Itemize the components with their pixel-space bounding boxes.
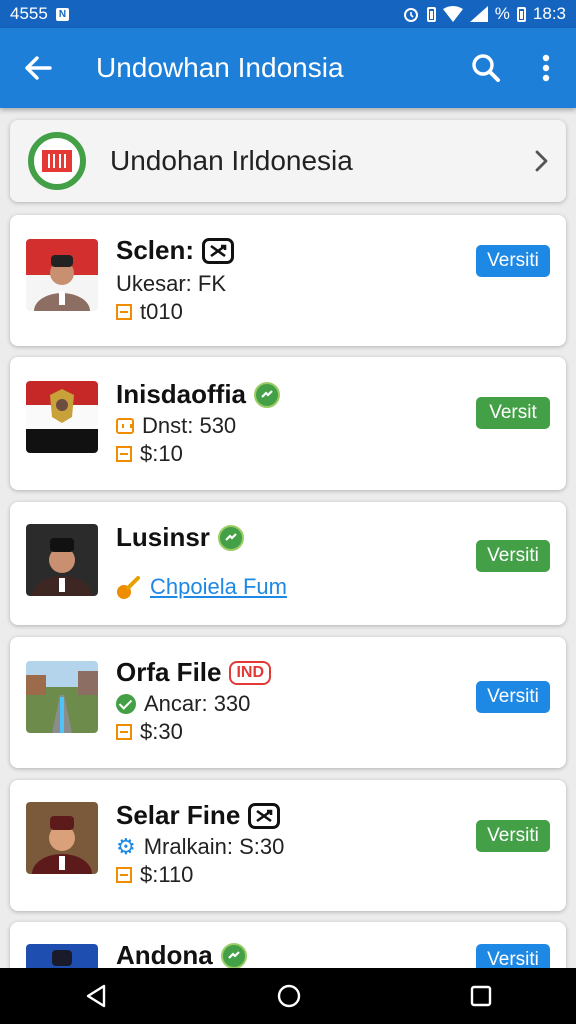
visit-button[interactable]: Versit	[476, 397, 550, 429]
item-price: $:110	[140, 862, 194, 887]
status-clock: 18:3	[532, 4, 566, 23]
info-icon	[116, 418, 134, 434]
avatar	[26, 802, 98, 874]
wifi-icon	[442, 6, 463, 22]
item-title: Orfa File	[116, 657, 222, 687]
more-options-button[interactable]	[516, 28, 576, 108]
item-price: $:30	[140, 719, 183, 744]
price-icon	[116, 724, 132, 740]
item-title: Sclen:	[116, 235, 195, 265]
item-title: Andona	[116, 940, 213, 970]
nav-recents-icon[interactable]	[470, 985, 492, 1007]
search-button[interactable]	[456, 28, 516, 108]
list-item[interactable]: Sclen: Ukesar: FK t010 Versiti	[10, 215, 566, 346]
avatar	[26, 524, 98, 596]
item-detail: Ukesar: FK	[116, 271, 227, 296]
country-logo	[28, 132, 86, 190]
item-link[interactable]: Chpoiela Fum	[116, 574, 287, 600]
verified-badge-icon	[254, 381, 281, 408]
list-item[interactable]: Orfa File IND Ancar: 330 $:30 Versiti	[10, 637, 566, 768]
visit-button[interactable]: Versiti	[476, 681, 550, 713]
nav-back-icon[interactable]	[84, 984, 108, 1008]
list-item[interactable]: Inisdaoffia Dnst: 530 $:10 Versit	[10, 357, 566, 490]
chevron-right-icon	[535, 150, 548, 172]
avatar	[26, 239, 98, 311]
nav-home-icon[interactable]	[276, 983, 302, 1009]
notification-badge: N	[55, 7, 70, 21]
country-row[interactable]: Undohan Irldonesia	[10, 120, 566, 202]
gear-icon: ⚙	[116, 834, 136, 859]
price-icon	[116, 304, 132, 320]
arrow-left-icon	[25, 56, 52, 80]
search-icon	[472, 54, 500, 82]
battery-icon	[516, 6, 526, 22]
check-circle-icon	[116, 694, 136, 714]
list-item[interactable]: Lusinsr Chpoiela Fum Versiti	[10, 502, 566, 625]
country-name: Undohan Irldonesia	[110, 145, 353, 176]
item-detail: Ancar: 330	[144, 691, 251, 716]
item-price: $:10	[140, 441, 183, 466]
street-thumbnail	[26, 661, 98, 733]
status-bar: 4555 N % 18:3	[0, 0, 576, 28]
system-nav-bar	[0, 968, 576, 1024]
more-vert-icon	[542, 54, 550, 82]
swap-badge-icon	[202, 237, 235, 264]
battery-small-icon	[426, 6, 436, 22]
flag-thumbnail	[26, 381, 98, 453]
visit-button[interactable]: Versiti	[476, 245, 550, 277]
page-title: Undowhan Indonsia	[96, 52, 344, 83]
verified-badge-icon	[220, 942, 247, 969]
battery-percent: %	[494, 4, 510, 23]
alarm-icon	[403, 8, 418, 22]
swap-badge-icon	[248, 802, 281, 829]
back-button[interactable]	[0, 28, 76, 108]
key-icon	[117, 576, 140, 599]
signal-icon	[469, 6, 488, 22]
item-title: Lusinsr	[116, 522, 210, 552]
verified-badge-icon	[217, 524, 244, 551]
price-icon	[116, 446, 132, 462]
item-detail: Mralkain: S:30	[143, 834, 285, 859]
country-code-badge: IND	[229, 660, 272, 685]
item-title: Inisdaoffia	[116, 379, 247, 409]
item-price: t010	[140, 299, 183, 324]
item-link-label: Chpoiela Fum	[150, 574, 287, 599]
visit-button[interactable]: Versiti	[476, 820, 550, 852]
visit-button[interactable]: Versiti	[476, 540, 550, 572]
status-time-left: 4555	[10, 4, 48, 23]
price-icon	[116, 867, 132, 883]
app-bar: Undowhan Indonsia	[0, 28, 576, 108]
item-detail: Dnst: 530	[142, 413, 237, 438]
item-title: Selar Fine	[116, 800, 241, 830]
list-item[interactable]: Selar Fine ⚙ Mralkain: S:30 $:110 Versit…	[10, 780, 566, 911]
